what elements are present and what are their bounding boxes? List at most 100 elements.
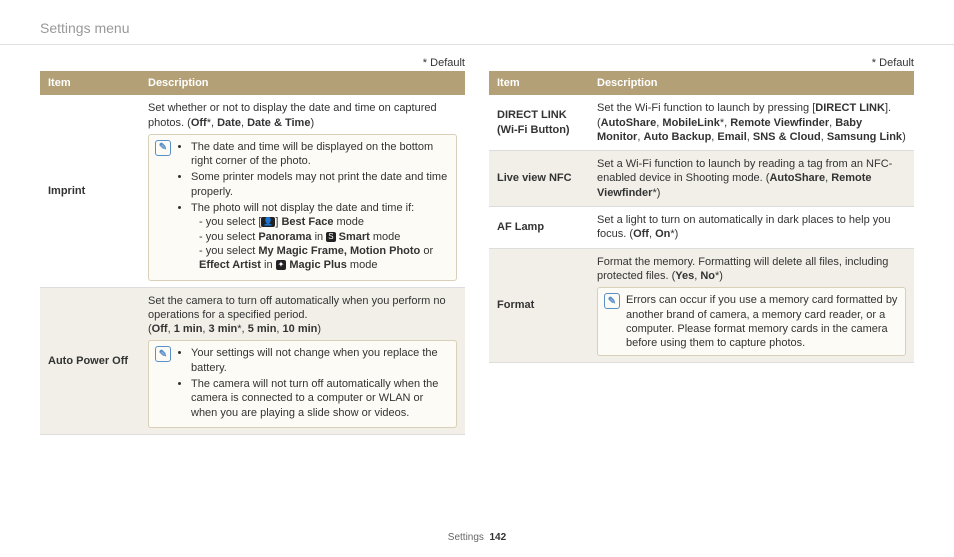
d3-tail: mode [347, 259, 378, 271]
close-paren: ) [902, 131, 906, 143]
opt-off: Off [633, 228, 649, 240]
footer-page-number: 142 [490, 532, 507, 543]
table-row: Imprint Set whether or not to display th… [40, 95, 465, 287]
settings-table-left: Item Description Imprint Set whether or … [40, 71, 465, 435]
close-paren: *) [652, 187, 660, 199]
opt-on: On [655, 228, 670, 240]
col-header-item: Item [489, 71, 589, 95]
close-paren: *) [715, 270, 723, 282]
smart-icon: S [326, 232, 335, 242]
item-cell: Imprint [40, 95, 140, 287]
d3-bold3: Magic Plus [286, 259, 347, 271]
item-cell: Format [489, 248, 589, 363]
opt-10min: 10 min [283, 323, 318, 335]
d3-pre: you select [206, 245, 259, 257]
sep: *, [207, 117, 217, 129]
dl-pre: Set the Wi-Fi function to launch by pres… [597, 102, 815, 114]
table-row: DIRECT LINK (Wi-Fi Button) Set the Wi-Fi… [489, 95, 914, 150]
d2-bold2: Smart [336, 231, 370, 243]
close-paren: *) [670, 228, 678, 240]
item-cell: AF Lamp [489, 207, 589, 249]
page-footer: Settings 142 [0, 532, 954, 543]
opt-no: No [700, 270, 715, 282]
default-note-right: * Default [489, 57, 914, 69]
opt-datetime: Date & Time [247, 117, 310, 129]
opt-5min: 5 min [248, 323, 277, 335]
note-item: Your settings will not change when you r… [191, 346, 450, 375]
sep: *, [720, 117, 730, 129]
note-pre: The photo will not display the date and … [191, 202, 414, 214]
info-box: ✎ The date and time will be displayed on… [148, 134, 457, 281]
dash-item: you select My Magic Frame, Motion Photo … [199, 244, 450, 273]
desc-cell: Set the Wi-Fi function to launch by pres… [589, 95, 914, 150]
settings-table-right: Item Description DIRECT LINK (Wi-Fi Butt… [489, 71, 914, 363]
note-item: The camera will not turn off automatical… [191, 377, 450, 420]
opt-samsung-link: Samsung Link [827, 131, 902, 143]
desc-cell: Format the memory. Formatting will delet… [589, 248, 914, 363]
info-icon: ✎ [604, 293, 620, 309]
info-box: ✎ Errors can occur if you use a memory c… [597, 287, 906, 356]
opt-remote-vf: Remote Viewfinder [730, 117, 829, 129]
dash-item: you select [👤] Best Face mode [199, 215, 450, 229]
table-row: Format Format the memory. Formatting wil… [489, 248, 914, 363]
apo-intro: Set the camera to turn off automatically… [148, 294, 457, 323]
info-content: The date and time will be displayed on t… [177, 140, 450, 275]
info-box: ✎ Your settings will not change when you… [148, 340, 457, 427]
d2-tail: mode [370, 231, 401, 243]
apo-options: (Off, 1 min, 3 min*, 5 min, 10 min) [148, 322, 457, 336]
col-header-item: Item [40, 71, 140, 95]
right-column: * Default Item Description DIRECT LINK (… [489, 57, 914, 435]
desc-cell: Set the camera to turn off automatically… [140, 287, 465, 434]
item-cell: Live view NFC [489, 151, 589, 207]
format-pre: Format the memory. Formatting will delet… [597, 256, 888, 282]
footer-section: Settings [448, 532, 484, 543]
opt-off: Off [152, 323, 168, 335]
opt-auto-backup: Auto Backup [643, 131, 711, 143]
info-content: Errors can occur if you use a memory car… [626, 293, 899, 350]
opt-3min: 3 min [209, 323, 238, 335]
opt-autoshare: AutoShare [769, 172, 825, 184]
page-header: Settings menu [0, 0, 954, 45]
d1-pre: you select [ [206, 216, 262, 228]
desc-cell: Set a Wi-Fi function to launch by readin… [589, 151, 914, 207]
best-face-icon: 👤 [261, 217, 275, 227]
item-cell: Auto Power Off [40, 287, 140, 434]
opt-date: Date [217, 117, 241, 129]
table-row: Live view NFC Set a Wi-Fi function to la… [489, 151, 914, 207]
note-item: The date and time will be displayed on t… [191, 140, 450, 169]
header-title: Settings menu [40, 20, 130, 36]
close-paren: ) [310, 117, 314, 129]
desc-cell: Set whether or not to display the date a… [140, 95, 465, 287]
opt-1min: 1 min [174, 323, 203, 335]
note-item: The photo will not display the date and … [191, 201, 450, 272]
d2-pre: you select [206, 231, 259, 243]
dash-item: you select Panorama in S Smart mode [199, 230, 450, 244]
default-note-left: * Default [40, 57, 465, 69]
table-row: AF Lamp Set a light to turn on automatic… [489, 207, 914, 249]
note-item: Some printer models may not print the da… [191, 170, 450, 199]
info-icon: ✎ [155, 346, 171, 362]
info-content: Your settings will not change when you r… [177, 346, 450, 421]
d3-bold: My Magic Frame, Motion Photo [258, 245, 420, 257]
desc-cell: Set a light to turn on automatically in … [589, 207, 914, 249]
d3-mid: or [420, 245, 433, 257]
opt-off: Off [191, 117, 207, 129]
d3-mid2: in [261, 259, 276, 271]
opt-email: Email [717, 131, 746, 143]
sep: *, [237, 323, 247, 335]
magic-plus-icon: ✦ [276, 260, 287, 270]
col-header-desc: Description [140, 71, 465, 95]
col-header-desc: Description [589, 71, 914, 95]
opt-yes: Yes [675, 270, 694, 282]
item-cell: DIRECT LINK (Wi-Fi Button) [489, 95, 589, 150]
table-row: Auto Power Off Set the camera to turn of… [40, 287, 465, 434]
content-columns: * Default Item Description Imprint Set w… [0, 45, 954, 435]
close-paren: ) [317, 323, 321, 335]
d3-bold2: Effect Artist [199, 259, 261, 271]
left-column: * Default Item Description Imprint Set w… [40, 57, 465, 435]
info-icon: ✎ [155, 140, 171, 156]
d2-mid: in [312, 231, 327, 243]
d1-bold: Best Face [281, 216, 333, 228]
direct-link-label: DIRECT LINK [815, 102, 885, 114]
d1-tail: mode [333, 216, 364, 228]
